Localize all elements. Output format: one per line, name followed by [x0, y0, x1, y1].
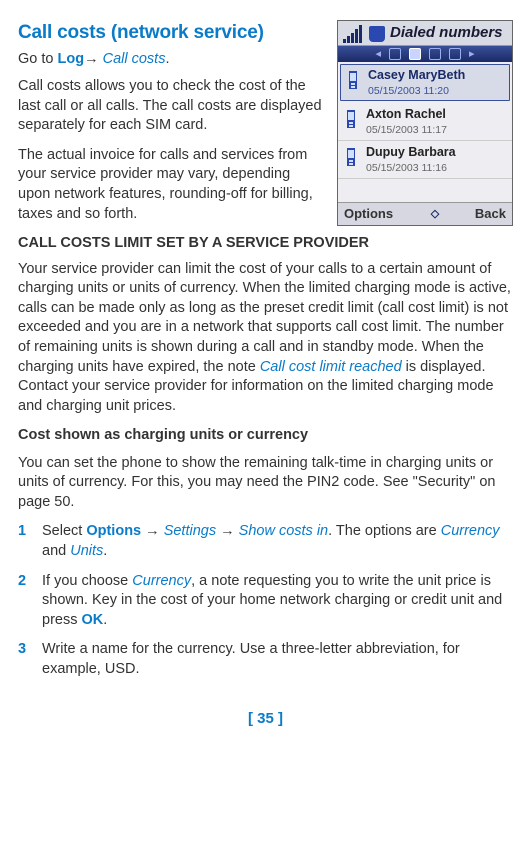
step-number: 3 [18, 640, 26, 660]
softkey-right[interactable]: Back [475, 205, 506, 223]
intro-para-1: Call costs allows you to check the cost … [18, 77, 338, 136]
step-keyword: OK [82, 612, 104, 628]
goto-prefix: Go to [18, 51, 58, 67]
step-text: and [42, 543, 70, 559]
contact-name: Dupuy Barbara [366, 144, 508, 161]
phone-icon [342, 106, 360, 132]
call-log-entry[interactable]: Dupuy Barbara05/15/2003 11:16 [338, 141, 512, 179]
step-text: → [145, 523, 164, 539]
step-number: 2 [18, 572, 26, 592]
tab-dot [429, 48, 441, 60]
phone-list: Casey MaryBeth05/15/2003 11:20 Axton Rach… [338, 62, 512, 202]
page-number: [ 35 ] [18, 709, 513, 729]
contact-name: Axton Rachel [366, 106, 508, 123]
phone-icon [344, 67, 362, 93]
limit-text-a: Your service provider can limit the cost… [18, 261, 511, 375]
phone-tab-bar: ◂ ▸ [338, 46, 512, 62]
steps-list: 1 Select Options → Settings → Show costs … [18, 522, 513, 679]
sub-subheading: Cost shown as charging units or currency [18, 426, 513, 446]
step-keyword: Units [70, 543, 103, 559]
call-datetime: 05/15/2003 11:16 [366, 161, 508, 175]
step-text: . [103, 543, 107, 559]
step-text: . [103, 612, 107, 628]
call-datetime: 05/15/2003 11:17 [366, 123, 508, 137]
step-number: 1 [18, 522, 26, 542]
step-item: 2If you choose Currency, a note requesti… [18, 572, 513, 631]
menu-path-log: Log [58, 51, 85, 67]
limit-description: Your service provider can limit the cost… [18, 260, 513, 417]
call-log-entry[interactable]: Axton Rachel05/15/2003 11:17 [338, 103, 512, 141]
arrow-right-icon: ▸ [469, 47, 475, 62]
tab-dot [449, 48, 461, 60]
phone-screenshot: Dialed numbers ◂ ▸ Casey MaryBeth05/15/2… [337, 20, 513, 226]
call-datetime: 05/15/2003 11:20 [368, 84, 506, 98]
phone-status-bar: Dialed numbers [338, 21, 512, 46]
step-keyword: Currency [441, 523, 500, 539]
step-text: Write a name for the currency. Use a thr… [42, 641, 460, 677]
phone-icon [342, 144, 360, 170]
step-keyword: Currency [132, 573, 191, 589]
signal-icon [338, 21, 366, 45]
phone-screen-title: Dialed numbers [366, 23, 512, 43]
step-keyword: Settings [164, 523, 216, 539]
step-text: Select [42, 523, 86, 539]
tab-dot [389, 48, 401, 60]
currency-units-para: You can set the phone to show the remain… [18, 454, 513, 513]
note-call-cost-limit: Call cost limit reached [260, 359, 402, 375]
goto-suffix: . [165, 51, 169, 67]
step-text: . The options are [328, 523, 441, 539]
intro-para-2: The actual invoice for calls and service… [18, 146, 338, 224]
softkey-left[interactable]: Options [344, 205, 393, 223]
subsection-heading: CALL COSTS LIMIT SET BY A SERVICE PROVID… [18, 234, 513, 254]
menu-path-call-costs: Call costs [103, 51, 166, 67]
phone-softkey-bar: Options ◇ Back [338, 202, 512, 225]
entry-text: Casey MaryBeth05/15/2003 11:20 [368, 67, 506, 98]
arrow-icon: → [84, 51, 103, 67]
step-item: 1 Select Options → Settings → Show costs … [18, 522, 513, 561]
step-keyword: Show costs in [239, 523, 328, 539]
step-text: If you choose [42, 573, 132, 589]
step-item: 3 Write a name for the currency. Use a th… [18, 640, 513, 679]
contact-name: Casey MaryBeth [368, 67, 506, 84]
arrow-left-icon: ◂ [375, 47, 381, 62]
entry-text: Dupuy Barbara05/15/2003 11:16 [366, 144, 508, 175]
call-log-entry[interactable]: Casey MaryBeth05/15/2003 11:20 [340, 64, 510, 101]
entry-text: Axton Rachel05/15/2003 11:17 [366, 106, 508, 137]
tab-dot-active [409, 48, 421, 60]
step-text: → [216, 523, 239, 539]
step-keyword: Options [86, 523, 145, 539]
nav-indicator-icon: ◇ [431, 207, 437, 222]
